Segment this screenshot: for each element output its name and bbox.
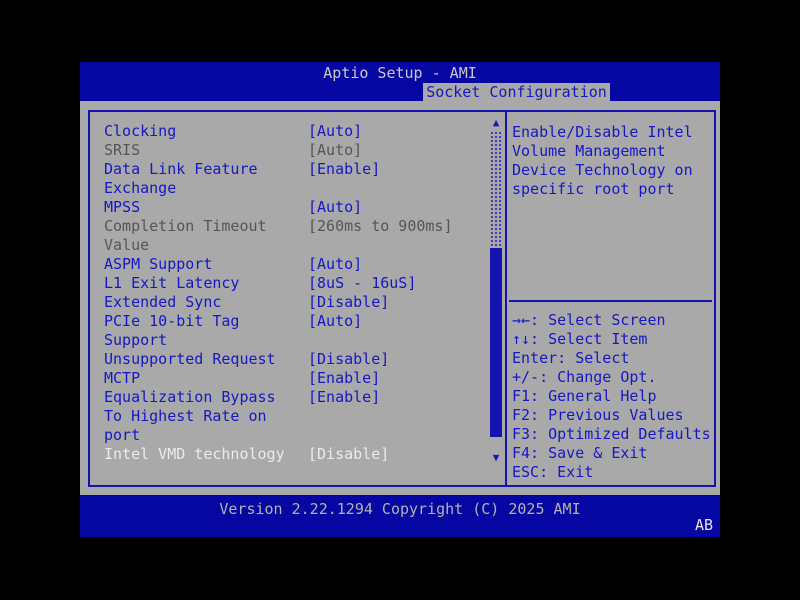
scrollbar-track[interactable] [490, 131, 502, 248]
setting-value: [8uS - 16uS] [308, 274, 417, 292]
setting-label: Equalization Bypass To Highest Rate on p… [104, 388, 276, 444]
setting-row[interactable]: SRIS [Auto] [104, 141, 489, 160]
settings-list: Clocking [Auto] SRIS [Auto] Data Link Fe… [90, 112, 489, 485]
setting-label: SRIS [104, 141, 141, 159]
setting-row[interactable]: Unsupported Request [Disable] [104, 350, 489, 369]
content-box: Clocking [Auto] SRIS [Auto] Data Link Fe… [88, 110, 716, 487]
setting-value: [Auto] [308, 122, 363, 140]
setting-label: MCTP [104, 369, 141, 387]
hotkey-item: F4: Save & Exit [512, 444, 648, 462]
page-title: Aptio Setup - AMI [323, 64, 477, 82]
hotkey-list: →←: Select Screen ↑↓: Select Item Enter:… [512, 311, 711, 482]
setting-value: [Auto] [308, 312, 363, 330]
hotkey-item: ESC: Exit [512, 463, 594, 481]
footer-bar: Version 2.22.1294 Copyright (C) 2025 AMI… [80, 495, 720, 537]
bios-screen: Aptio Setup - AMI Socket Configuration C… [80, 62, 720, 537]
setting-value: [Auto] [308, 255, 363, 273]
setting-row[interactable]: MPSS [Auto] [104, 198, 489, 217]
setting-label: Extended Sync [104, 293, 222, 311]
setting-value: [Disable] [308, 293, 390, 311]
setting-value: [Auto] [308, 198, 363, 216]
setting-label: PCIe 10-bit Tag Support [104, 312, 240, 349]
setting-row[interactable]: L1 Exit Latency [8uS - 16uS] [104, 274, 489, 293]
setting-label: Completion Timeout Value [104, 217, 267, 254]
hotkey-item: Enter: Select [512, 349, 630, 367]
setting-row[interactable]: Extended Sync [Disable] [104, 293, 489, 312]
setting-label: MPSS [104, 198, 141, 216]
setting-row[interactable]: PCIe 10-bit Tag Support [Auto] [104, 312, 489, 350]
setting-label: Intel VMD technology [104, 445, 285, 463]
setting-label: ASPM Support [104, 255, 213, 273]
setting-label: L1 Exit Latency [104, 274, 240, 292]
setting-row[interactable]: Data Link Feature Exchange [Enable] [104, 160, 489, 198]
setting-label: Data Link Feature Exchange [104, 160, 258, 197]
setting-row[interactable]: ASPM Support [Auto] [104, 255, 489, 274]
scrollbar-thumb[interactable] [490, 248, 502, 437]
setting-value: [Enable] [308, 388, 381, 406]
hotkey-item: F3: Optimized Defaults [512, 425, 711, 443]
hotkey-item: ↑↓: Select Item [512, 330, 648, 348]
help-divider [509, 300, 712, 302]
hotkey-item: →←: Select Screen [512, 311, 666, 329]
setting-row[interactable]: Completion Timeout Value [260ms to 900ms… [104, 217, 489, 255]
hotkey-item: F2: Previous Values [512, 406, 684, 424]
hotkey-item: F1: General Help [512, 387, 657, 405]
version-text: Version 2.22.1294 Copyright (C) 2025 AMI [219, 500, 581, 518]
tab-socket-configuration[interactable]: Socket Configuration [423, 83, 610, 101]
setting-value: [Enable] [308, 369, 381, 387]
setting-value: [Auto] [308, 141, 363, 159]
setting-label: Unsupported Request [104, 350, 276, 368]
footer-badge: AB [694, 516, 713, 534]
setting-value: [Disable] [308, 445, 390, 463]
help-text: Enable/Disable Intel Volume Management D… [512, 123, 693, 198]
scrollbar[interactable]: ▲ ▼ [489, 117, 503, 464]
setting-value: [Disable] [308, 350, 390, 368]
setting-value: [Enable] [308, 160, 381, 178]
scroll-down-icon[interactable]: ▼ [489, 452, 503, 464]
setting-row[interactable]: MCTP [Enable] [104, 369, 489, 388]
setting-row[interactable]: Intel VMD technology [Disable] [104, 445, 489, 464]
setting-value: [260ms to 900ms] [308, 217, 453, 235]
setting-row[interactable]: Equalization Bypass To Highest Rate on p… [104, 388, 489, 445]
setting-row[interactable]: Clocking [Auto] [104, 122, 489, 141]
setting-label: Clocking [104, 122, 177, 140]
scroll-up-icon[interactable]: ▲ [489, 117, 503, 129]
hotkey-item: +/-: Change Opt. [512, 368, 657, 386]
setup-window: Clocking [Auto] SRIS [Auto] Data Link Fe… [80, 101, 720, 495]
